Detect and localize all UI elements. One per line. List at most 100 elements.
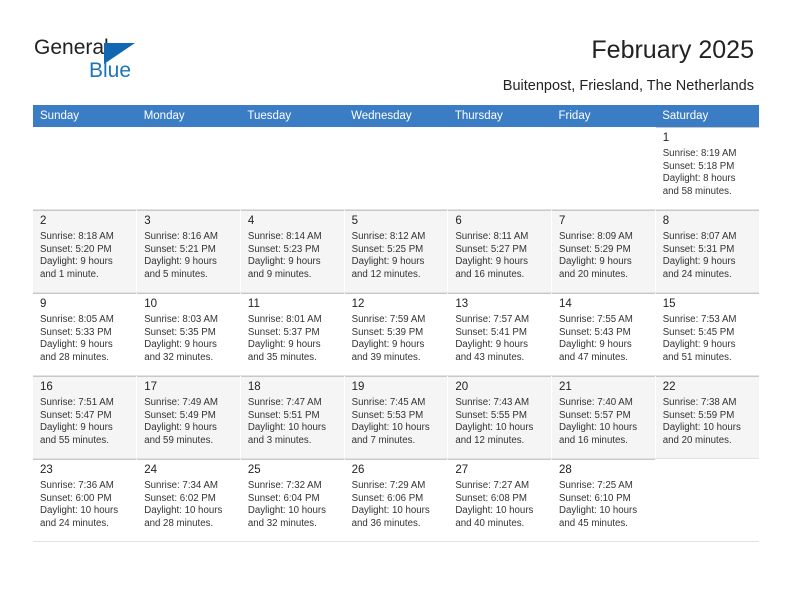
day-cell-content: 21 Sunrise: 7:40 AM Sunset: 5:57 PM Dayli…: [552, 376, 655, 458]
calendar-table: Sunday Monday Tuesday Wednesday Thursday…: [33, 105, 759, 542]
day-sun-info: Sunrise: 7:55 AM Sunset: 5:43 PM Dayligh…: [559, 314, 633, 363]
day-cell-content: 23 Sunrise: 7:36 AM Sunset: 6:00 PM Dayli…: [33, 459, 137, 541]
day-sun-info: Sunrise: 8:07 AM Sunset: 5:31 PM Dayligh…: [662, 231, 737, 280]
day-number: 6: [455, 215, 462, 227]
day-cell[interactable]: [136, 127, 241, 210]
day-sun-info: Sunrise: 7:53 AM Sunset: 5:45 PM Dayligh…: [662, 314, 737, 363]
day-number: 26: [351, 464, 365, 476]
day-cell-content: 10 Sunrise: 8:03 AM Sunset: 5:35 PM Dayli…: [137, 293, 240, 375]
day-cell[interactable]: 27 Sunrise: 7:27 AM Sunset: 6:08 PM Dayli…: [447, 458, 553, 542]
day-sun-info: Sunrise: 7:32 AM Sunset: 6:04 PM Dayligh…: [247, 480, 326, 529]
day-cell[interactable]: 12 Sunrise: 7:59 AM Sunset: 5:39 PM Dayli…: [344, 292, 449, 376]
day-cell-content: 25 Sunrise: 7:32 AM Sunset: 6:04 PM Dayli…: [240, 459, 344, 541]
day-cell-content: 26 Sunrise: 7:29 AM Sunset: 6:06 PM Dayli…: [344, 459, 448, 541]
day-cell-content: [552, 127, 655, 209]
weekday-header-monday: Monday: [136, 105, 241, 127]
day-cell[interactable]: 2 Sunrise: 8:18 AM Sunset: 5:20 PM Daylig…: [33, 209, 138, 293]
day-cell[interactable]: 21 Sunrise: 7:40 AM Sunset: 5:57 PM Dayli…: [551, 375, 656, 459]
day-cell-content: 14 Sunrise: 7:55 AM Sunset: 5:43 PM Dayli…: [552, 293, 655, 375]
day-sun-info: Sunrise: 7:27 AM Sunset: 6:08 PM Dayligh…: [455, 480, 534, 529]
day-cell[interactable]: 1 Sunrise: 8:19 AM Sunset: 5:18 PM Daylig…: [655, 127, 759, 210]
day-number: 9: [40, 298, 47, 310]
day-number: 11: [247, 298, 260, 310]
day-cell[interactable]: 6 Sunrise: 8:11 AM Sunset: 5:27 PM Daylig…: [447, 209, 553, 293]
day-cell-content: 1 Sunrise: 8:19 AM Sunset: 5:18 PM Daylig…: [655, 127, 759, 209]
day-number: 22: [662, 381, 676, 393]
day-cell-content: [33, 127, 136, 209]
day-sun-info: Sunrise: 8:09 AM Sunset: 5:29 PM Dayligh…: [559, 231, 633, 280]
day-cell[interactable]: 25 Sunrise: 7:32 AM Sunset: 6:04 PM Dayli…: [240, 458, 345, 542]
day-sun-info: Sunrise: 7:45 AM Sunset: 5:53 PM Dayligh…: [351, 397, 430, 446]
day-number: 12: [351, 298, 365, 310]
day-number: 20: [455, 381, 469, 393]
day-sun-info: Sunrise: 7:29 AM Sunset: 6:06 PM Dayligh…: [351, 480, 430, 529]
day-cell[interactable]: 17 Sunrise: 7:49 AM Sunset: 5:49 PM Dayli…: [136, 375, 241, 459]
day-cell[interactable]: 28 Sunrise: 7:25 AM Sunset: 6:10 PM Dayli…: [551, 458, 656, 542]
page-header: General Blue February 2025 Buitenpost, F…: [0, 0, 792, 104]
day-number: 17: [144, 381, 157, 393]
day-number: 15: [662, 298, 676, 310]
day-cell-content: 13 Sunrise: 7:57 AM Sunset: 5:41 PM Dayli…: [448, 293, 552, 375]
day-cell[interactable]: 3 Sunrise: 8:16 AM Sunset: 5:21 PM Daylig…: [136, 209, 241, 293]
day-cell-content: 4 Sunrise: 8:14 AM Sunset: 5:23 PM Daylig…: [240, 210, 344, 292]
day-cell-content: 11 Sunrise: 8:01 AM Sunset: 5:37 PM Dayli…: [240, 293, 344, 375]
day-cell[interactable]: 13 Sunrise: 7:57 AM Sunset: 5:41 PM Dayli…: [447, 292, 553, 376]
day-cell[interactable]: 20 Sunrise: 7:43 AM Sunset: 5:55 PM Dayli…: [447, 375, 553, 459]
day-sun-info: Sunrise: 7:51 AM Sunset: 5:47 PM Dayligh…: [40, 397, 114, 446]
day-number: 27: [455, 464, 469, 476]
day-cell[interactable]: [344, 127, 449, 210]
brand-name-general: General: [34, 36, 109, 59]
day-number: 3: [144, 215, 151, 227]
day-cell[interactable]: 9 Sunrise: 8:05 AM Sunset: 5:33 PM Daylig…: [33, 292, 138, 376]
day-cell[interactable]: 22 Sunrise: 7:38 AM Sunset: 5:59 PM Dayli…: [655, 375, 759, 459]
calendar-body: 1 Sunrise: 8:19 AM Sunset: 5:18 PM Daylig…: [33, 127, 759, 542]
day-cell[interactable]: 4 Sunrise: 8:14 AM Sunset: 5:23 PM Daylig…: [240, 209, 345, 293]
day-cell[interactable]: 11 Sunrise: 8:01 AM Sunset: 5:37 PM Dayli…: [240, 292, 345, 376]
day-cell[interactable]: 5 Sunrise: 8:12 AM Sunset: 5:25 PM Daylig…: [344, 209, 449, 293]
day-cell[interactable]: 14 Sunrise: 7:55 AM Sunset: 5:43 PM Dayli…: [551, 292, 656, 376]
day-cell[interactable]: 15 Sunrise: 7:53 AM Sunset: 5:45 PM Dayli…: [655, 292, 759, 376]
day-cell[interactable]: 7 Sunrise: 8:09 AM Sunset: 5:29 PM Daylig…: [551, 209, 656, 293]
day-sun-info: Sunrise: 8:05 AM Sunset: 5:33 PM Dayligh…: [40, 314, 114, 363]
day-cell[interactable]: 18 Sunrise: 7:47 AM Sunset: 5:51 PM Dayli…: [240, 375, 345, 459]
day-cell[interactable]: [551, 127, 656, 210]
day-cell-content: 28 Sunrise: 7:25 AM Sunset: 6:10 PM Dayli…: [552, 459, 655, 541]
day-sun-info: Sunrise: 7:43 AM Sunset: 5:55 PM Dayligh…: [455, 397, 534, 446]
day-number: 13: [455, 298, 469, 310]
day-sun-info: Sunrise: 7:36 AM Sunset: 6:00 PM Dayligh…: [40, 480, 119, 529]
day-cell[interactable]: 19 Sunrise: 7:45 AM Sunset: 5:53 PM Dayli…: [344, 375, 449, 459]
day-sun-info: Sunrise: 7:40 AM Sunset: 5:57 PM Dayligh…: [559, 397, 638, 446]
day-cell-content: 19 Sunrise: 7:45 AM Sunset: 5:53 PM Dayli…: [344, 376, 448, 458]
day-cell[interactable]: [33, 127, 138, 210]
weekday-header-saturday: Saturday: [655, 105, 759, 127]
day-number: 25: [247, 464, 261, 476]
day-cell[interactable]: 23 Sunrise: 7:36 AM Sunset: 6:00 PM Dayli…: [33, 458, 138, 542]
day-cell[interactable]: 10 Sunrise: 8:03 AM Sunset: 5:35 PM Dayli…: [136, 292, 241, 376]
day-cell[interactable]: 16 Sunrise: 7:51 AM Sunset: 5:47 PM Dayli…: [33, 375, 138, 459]
day-cell-content: [345, 127, 448, 209]
day-number: 7: [559, 215, 566, 227]
day-number: 1: [662, 132, 670, 144]
day-cell-content: [137, 127, 240, 209]
day-cell[interactable]: 26 Sunrise: 7:29 AM Sunset: 6:06 PM Dayli…: [344, 458, 449, 542]
day-sun-info: Sunrise: 8:19 AM Sunset: 5:18 PM Dayligh…: [662, 148, 737, 197]
day-cell[interactable]: [240, 127, 345, 210]
day-cell[interactable]: 8 Sunrise: 8:07 AM Sunset: 5:31 PM Daylig…: [655, 209, 759, 293]
brand-logo[interactable]: General Blue: [34, 36, 214, 88]
day-cell-content: 7 Sunrise: 8:09 AM Sunset: 5:29 PM Daylig…: [552, 210, 655, 292]
day-cell-content: [656, 459, 759, 541]
day-sun-info: Sunrise: 8:18 AM Sunset: 5:20 PM Dayligh…: [40, 231, 114, 280]
day-cell[interactable]: [447, 127, 553, 210]
day-cell[interactable]: 24 Sunrise: 7:34 AM Sunset: 6:02 PM Dayli…: [136, 458, 241, 542]
day-sun-info: Sunrise: 8:01 AM Sunset: 5:37 PM Dayligh…: [247, 314, 322, 363]
day-number: 14: [559, 298, 572, 310]
day-cell[interactable]: [655, 458, 759, 542]
day-sun-info: Sunrise: 8:11 AM Sunset: 5:27 PM Dayligh…: [455, 231, 529, 280]
day-sun-info: Sunrise: 7:38 AM Sunset: 5:59 PM Dayligh…: [662, 397, 741, 446]
day-sun-info: Sunrise: 7:59 AM Sunset: 5:39 PM Dayligh…: [351, 314, 426, 363]
day-cell-content: 15 Sunrise: 7:53 AM Sunset: 5:45 PM Dayli…: [655, 293, 759, 375]
day-cell-content: [448, 127, 551, 209]
day-number: 8: [662, 215, 670, 227]
day-sun-info: Sunrise: 8:16 AM Sunset: 5:21 PM Dayligh…: [144, 231, 218, 280]
calendar-week-row: 9 Sunrise: 8:05 AM Sunset: 5:33 PM Daylig…: [33, 292, 759, 376]
